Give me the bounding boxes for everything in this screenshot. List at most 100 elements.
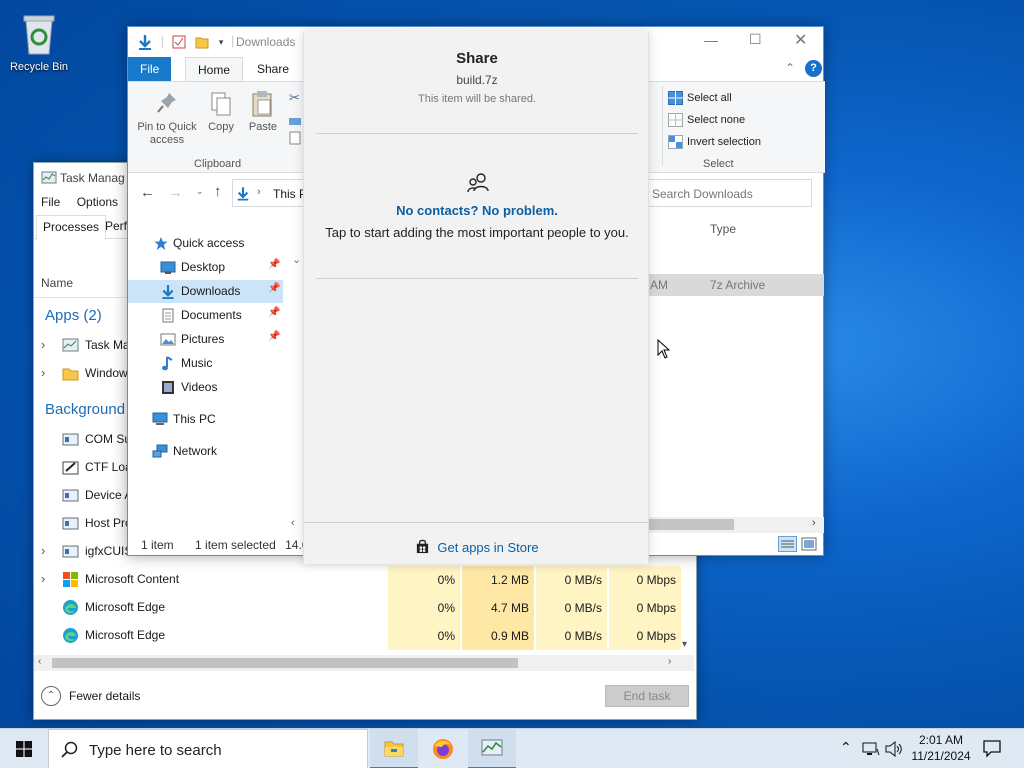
divider bbox=[304, 522, 650, 523]
svg-text:✂: ✂ bbox=[289, 90, 300, 105]
select-none-label: Select none bbox=[687, 114, 746, 126]
nav-videos[interactable]: Videos bbox=[128, 376, 283, 399]
share-panel[interactable]: Share build.7z This item will be shared.… bbox=[303, 31, 650, 564]
customize-toolbar-icon[interactable]: ▾ bbox=[219, 37, 224, 47]
clock-time: 2:01 AM bbox=[918, 733, 964, 747]
share-subtitle: This item will be shared. bbox=[418, 93, 536, 105]
tab-share[interactable]: Share bbox=[245, 57, 301, 81]
pin-label: Pin to Quick access bbox=[137, 121, 197, 146]
get-apps-in-store-link[interactable]: Get apps in Store bbox=[304, 539, 650, 555]
close-icon[interactable]: ✕ bbox=[794, 30, 807, 50]
end-task-button[interactable]: End task bbox=[605, 685, 689, 707]
expand-chevron-icon[interactable]: › bbox=[41, 571, 45, 586]
address-bar[interactable]: › This P bbox=[232, 179, 307, 207]
new-folder-icon[interactable] bbox=[195, 35, 209, 49]
network-status-icon[interactable] bbox=[862, 741, 880, 757]
expand-chevron-icon[interactable]: › bbox=[41, 365, 45, 380]
taskbar-task-manager[interactable] bbox=[468, 729, 516, 768]
divider bbox=[316, 133, 638, 134]
process-name: Microsoft Edge bbox=[85, 600, 166, 614]
paste-button[interactable]: Paste bbox=[244, 90, 282, 134]
memory-value: 1.2 MB bbox=[462, 566, 534, 594]
expand-chevron-icon[interactable]: › bbox=[41, 337, 45, 352]
system-clock[interactable]: 2:01 AM 11/21/2024 bbox=[907, 732, 975, 764]
recycle-bin-icon[interactable]: Recycle Bin bbox=[6, 6, 72, 78]
pin-icon[interactable]: 📌 bbox=[268, 283, 280, 294]
mouse-cursor-icon bbox=[657, 339, 671, 359]
nav-downloads[interactable]: Downloads 📌 bbox=[128, 280, 283, 303]
memory-value: 4.7 MB bbox=[462, 594, 534, 622]
taskbar-search-box[interactable]: Type here to search bbox=[48, 729, 368, 768]
start-windows-icon[interactable] bbox=[16, 741, 32, 757]
scroll-down-arrow-icon[interactable]: ▾ bbox=[682, 639, 687, 650]
download-icon bbox=[162, 284, 174, 299]
tab-home[interactable]: Home bbox=[185, 57, 244, 81]
nav-this-pc[interactable]: This PC bbox=[128, 408, 283, 431]
horizontal-scrollbar[interactable]: ‹ › bbox=[34, 655, 694, 671]
action-center-icon[interactable] bbox=[983, 740, 1001, 758]
taskbar-search-placeholder: Type here to search bbox=[89, 742, 222, 759]
cut-copy-path-icons[interactable]: ✂ bbox=[288, 88, 302, 148]
status-selection: 1 item selected bbox=[195, 538, 276, 552]
collapse-ribbon-icon[interactable]: ⌃ bbox=[785, 61, 795, 75]
invert-selection-button[interactable]: Invert selection bbox=[668, 135, 761, 149]
content-horizontal-scrollbar[interactable]: › bbox=[648, 517, 824, 533]
menu-file[interactable]: File bbox=[41, 195, 60, 209]
nav-desktop[interactable]: Desktop 📌 bbox=[128, 256, 283, 279]
menu-options[interactable]: Options bbox=[77, 195, 118, 209]
breadcrumb[interactable]: This P bbox=[273, 187, 307, 201]
column-header-name[interactable]: Name bbox=[41, 276, 73, 290]
scroll-left-arrow-icon[interactable]: ‹ bbox=[38, 656, 41, 667]
nav-pictures[interactable]: Pictures 📌 bbox=[128, 328, 283, 351]
no-contacts-link[interactable]: No contacts? No problem. bbox=[304, 203, 650, 218]
back-arrow-icon[interactable]: ← bbox=[140, 184, 155, 201]
scroll-right-arrow-icon[interactable]: › bbox=[668, 656, 671, 667]
chevron-up-icon: ⌃ bbox=[41, 686, 61, 706]
taskbar-firefox[interactable] bbox=[419, 729, 467, 768]
nav-scroll-left-icon[interactable]: ‹ bbox=[291, 517, 295, 529]
select-all-button[interactable]: Select all bbox=[668, 91, 732, 105]
scroll-right-arrow-icon[interactable]: › bbox=[812, 517, 816, 529]
help-icon[interactable]: ? bbox=[805, 60, 822, 77]
taskbar-file-explorer[interactable] bbox=[370, 729, 418, 768]
pin-icon[interactable]: 📌 bbox=[268, 331, 280, 342]
process-row[interactable]: › Microsoft Content 0% 1.2 MB 0 MB/s 0 M… bbox=[34, 566, 694, 594]
copy-label: Copy bbox=[208, 121, 234, 133]
maximize-icon[interactable]: ☐ bbox=[749, 31, 762, 48]
select-none-icon bbox=[668, 113, 683, 127]
copy-button[interactable]: Copy bbox=[204, 90, 238, 134]
tab-processes[interactable]: Processes bbox=[36, 215, 107, 240]
pin-icon[interactable]: 📌 bbox=[268, 259, 280, 270]
add-contacts-hint[interactable]: Tap to start adding the most important p… bbox=[304, 225, 650, 240]
process-row[interactable]: Microsoft Edge 0% 0.9 MB 0 MB/s 0 Mbps bbox=[34, 622, 694, 650]
file-row-selected[interactable]: AM 7z Archive bbox=[648, 274, 824, 296]
pin-icon[interactable]: 📌 bbox=[268, 307, 280, 318]
column-header-type[interactable]: Type bbox=[710, 222, 736, 236]
nav-network[interactable]: Network bbox=[128, 440, 283, 463]
nav-documents[interactable]: Documents 📌 bbox=[128, 304, 283, 327]
minimize-icon[interactable]: — bbox=[704, 32, 718, 48]
forward-arrow-icon[interactable]: → bbox=[168, 184, 183, 201]
show-hidden-icons-chevron[interactable]: ⌃ bbox=[840, 739, 852, 756]
nav-quick-access[interactable]: Quick access bbox=[128, 232, 283, 255]
process-row[interactable]: Microsoft Edge 0% 4.7 MB 0 MB/s 0 Mbps bbox=[34, 594, 694, 622]
fewer-details-button[interactable]: ⌃ Fewer details bbox=[41, 686, 140, 706]
scrollbar-thumb[interactable] bbox=[52, 658, 518, 668]
view-mode-icons[interactable] bbox=[778, 536, 818, 552]
nav-scroll-down-icon[interactable]: ⌄ bbox=[292, 253, 301, 266]
up-arrow-icon[interactable]: ↑ bbox=[214, 183, 222, 200]
select-none-button[interactable]: Select none bbox=[668, 113, 745, 127]
desktop-icon bbox=[160, 261, 176, 274]
scrollbar-thumb[interactable] bbox=[648, 519, 734, 530]
properties-icon[interactable] bbox=[172, 35, 186, 49]
search-input[interactable]: Search Downloads bbox=[647, 179, 812, 207]
tab-file[interactable]: File bbox=[128, 57, 172, 81]
nav-music[interactable]: Music bbox=[128, 352, 283, 375]
taskbar: Type here to search ⌃ 2:01 AM 11/21/2024 bbox=[0, 728, 1024, 768]
file-type: 7z Archive bbox=[710, 278, 766, 292]
volume-icon[interactable] bbox=[885, 741, 903, 757]
recent-locations-icon[interactable]: ⌄ bbox=[196, 186, 204, 197]
pin-to-quick-access-button[interactable]: Pin to Quick access bbox=[133, 90, 201, 147]
search-icon bbox=[61, 741, 78, 758]
expand-chevron-icon[interactable]: › bbox=[41, 543, 45, 558]
